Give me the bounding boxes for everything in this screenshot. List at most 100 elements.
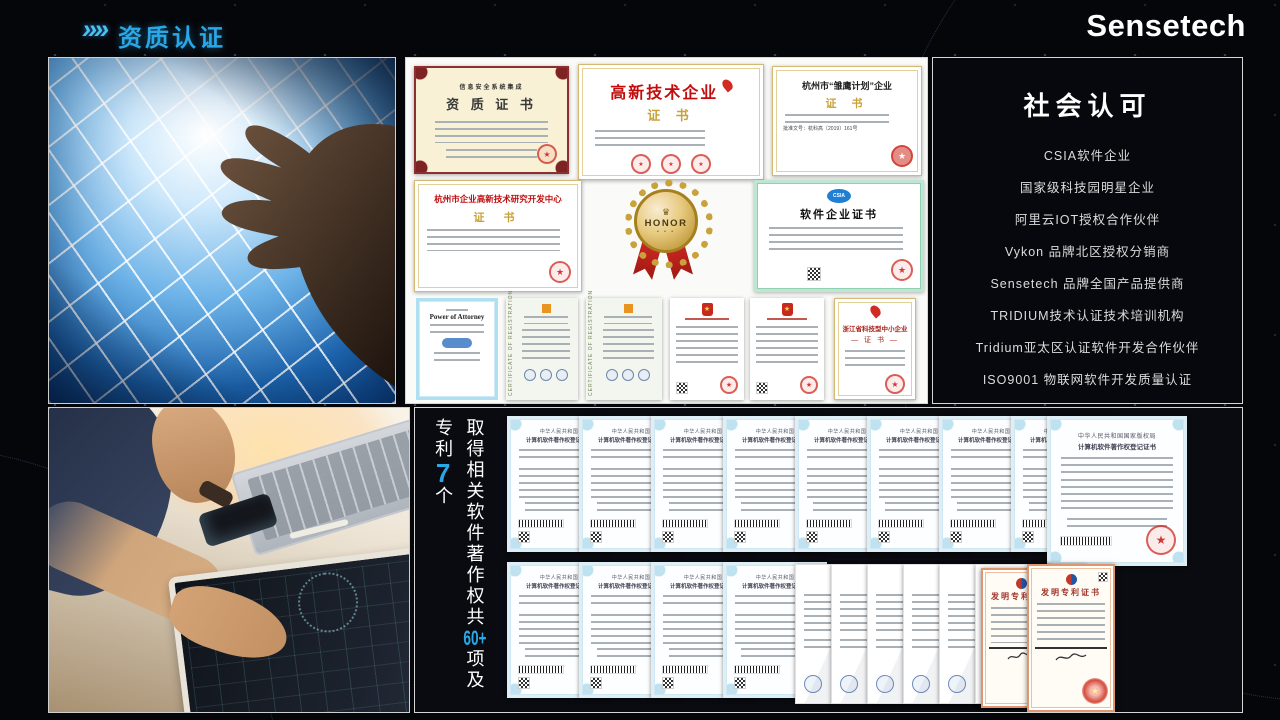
red-seal-icon: ★ (885, 374, 905, 394)
qr-code (756, 382, 768, 394)
cert-title: 杭州市企业高新技术研究开发中心 (415, 193, 581, 205)
red-national-seal-icon: ★ (1082, 678, 1108, 704)
red-seal-icon: ★ (720, 376, 738, 394)
caption-number-7: 7 (428, 460, 458, 486)
red-seal-icon: ★ (691, 154, 711, 174)
text-line-block (756, 326, 819, 364)
cert-title: 杭州市“雏鹰计划”企业 (773, 79, 921, 92)
cert-subtitle: 证 书 (415, 209, 581, 225)
caption-text: 个 (433, 486, 453, 507)
slide: »» 资质认证 Sensetech 信息安全系统集成 资 质 证 书 (0, 0, 1280, 720)
text-line-block (434, 352, 480, 364)
social-item: Sensetech 品牌全国产品提供商 (933, 273, 1242, 292)
medal-coin: ♛ HONOR • • • (634, 189, 698, 253)
photo-workspace (48, 407, 410, 713)
vertical-caption-col1: 取得相关软件著作权共60+项及 (460, 418, 488, 691)
social-recognition-panel: 社会认可 CSIA软件企业 国家级科技园明星企业 阿里云IOT授权合作伙伴 Vy… (932, 57, 1243, 404)
qr-code (662, 677, 674, 689)
cert-title: 发明专利证书 (1029, 587, 1113, 598)
red-seal-icon: ★ (891, 259, 913, 281)
text-line-block (604, 316, 652, 324)
social-items: CSIA软件企业 国家级科技园明星企业 阿里云IOT授权合作伙伴 Vykon 品… (933, 145, 1242, 404)
qr-code (1022, 531, 1034, 543)
cert-subtitle: 证 书 (579, 105, 763, 124)
red-seal-icon: ★ (549, 261, 571, 283)
cert-qualification: 信息安全系统集成 资 质 证 书 ★ (414, 66, 569, 174)
caption-text: 项及 (464, 649, 484, 691)
cert-title-line1: 中华人民共和国国家版权局 (1050, 431, 1184, 440)
cert-power-of-attorney: Power of Attorney (416, 298, 498, 400)
qr-code (518, 531, 530, 543)
cert-registration: CERTIFICATE OF REGISTRATION (506, 298, 578, 400)
barcode (878, 519, 924, 528)
social-item: Vykon 品牌北区授权分销商 (933, 241, 1242, 260)
cert-zhejiang-sme: 浙江省科技型中小企业 — 证 书 — ★ (834, 298, 916, 400)
blue-stamp (442, 338, 472, 348)
social-item: CSIA软件企业 (933, 145, 1242, 164)
cert-line: 批准文号：杭科高〔2019〕161号 (783, 125, 921, 132)
vertical-caption-col2: 专利7个 (425, 418, 460, 507)
qr-code (734, 677, 746, 689)
registrar-logo (542, 304, 551, 313)
text-line-block (435, 121, 548, 143)
red-seal-icon: ★ (661, 154, 681, 174)
cert-title: 浙江省科技型中小企业 (835, 323, 915, 333)
barcode (806, 519, 852, 528)
medal-label: HONOR (645, 218, 688, 229)
barcode (950, 519, 996, 528)
cert-subtitle: 证 书 (773, 95, 921, 111)
social-item: 阿里云IOT授权合作伙伴 (933, 209, 1242, 228)
qr-code (950, 531, 962, 543)
honor-medal: ♛ HONOR • • • (612, 178, 716, 292)
qr-code (590, 531, 602, 543)
vertical-caption: 取得相关软件著作权共60+项及 专利7个 (425, 418, 488, 706)
barcode (734, 665, 780, 674)
text-line-block (522, 329, 570, 363)
caption-text: 取得相关软件著作权共 (464, 418, 484, 628)
barcode (590, 665, 636, 674)
text-line-block (1061, 479, 1174, 513)
cert-subtitle: — 证 书 — (835, 335, 915, 345)
photo-touchscreen-wall (48, 57, 396, 404)
qr-code (878, 531, 890, 543)
barcode (662, 665, 708, 674)
social-item: Tridium亚太区认证软件开发合作伙伴 (933, 337, 1242, 356)
qr-code (676, 382, 688, 394)
cert-license: ★ ★ (750, 298, 824, 400)
cert-invention-patent-front: 发明专利证书 ★ (1027, 564, 1115, 712)
cert-title: 软件企业证书 (757, 206, 921, 222)
cert-software-copyright-front: 中华人民共和国国家版权局 计算机软件著作权登记证书 ★ (1047, 416, 1187, 566)
caption-number-60plus: 60+ (463, 628, 486, 649)
cert-title: 资 质 证 书 (416, 94, 567, 113)
red-title-bar (767, 318, 808, 322)
qr-code (807, 267, 821, 281)
cert-title-line2: 计算机软件著作权登记证书 (1050, 441, 1184, 451)
barcode (518, 665, 564, 674)
page-title: 资质认证 (118, 18, 226, 53)
cert-rnd-center: 杭州市企业高新技术研究开发中心 证 书 ★ (414, 180, 582, 292)
qr-code (734, 531, 746, 543)
text-line-block (446, 149, 537, 158)
social-item: 国家级科技园明星企业 (933, 177, 1242, 196)
national-emblem-icon: ★ (782, 303, 793, 316)
text-line-block (430, 324, 483, 334)
social-item: ISO9001 物联网软件开发质量认证 (933, 369, 1242, 388)
social-heading: 社会认可 (933, 86, 1242, 123)
text-line-block (1037, 603, 1106, 643)
barcode (1060, 536, 1112, 546)
csia-logo: CSIA (827, 189, 851, 203)
qr-code (806, 531, 818, 543)
accreditation-logos (518, 369, 574, 381)
signature (1054, 651, 1088, 665)
text-line-block (524, 316, 569, 324)
red-seal-icon: ★ (631, 154, 651, 174)
text-line-block (785, 114, 889, 123)
text-line-block (769, 227, 903, 251)
barcode (734, 519, 780, 528)
chevrons-icon: »» (82, 14, 106, 45)
text-line-block (603, 329, 654, 363)
qr-code (518, 677, 530, 689)
copyright-certificates-row1: 中华人民共和国 计算机软件著作权登记证书 中华人民共和国 计算机软件著作权登记证… (507, 416, 1187, 566)
cert-software-enterprise: CSIA 软件企业证书 ★ (754, 180, 924, 292)
cert-license: ★ ★ (670, 298, 744, 400)
